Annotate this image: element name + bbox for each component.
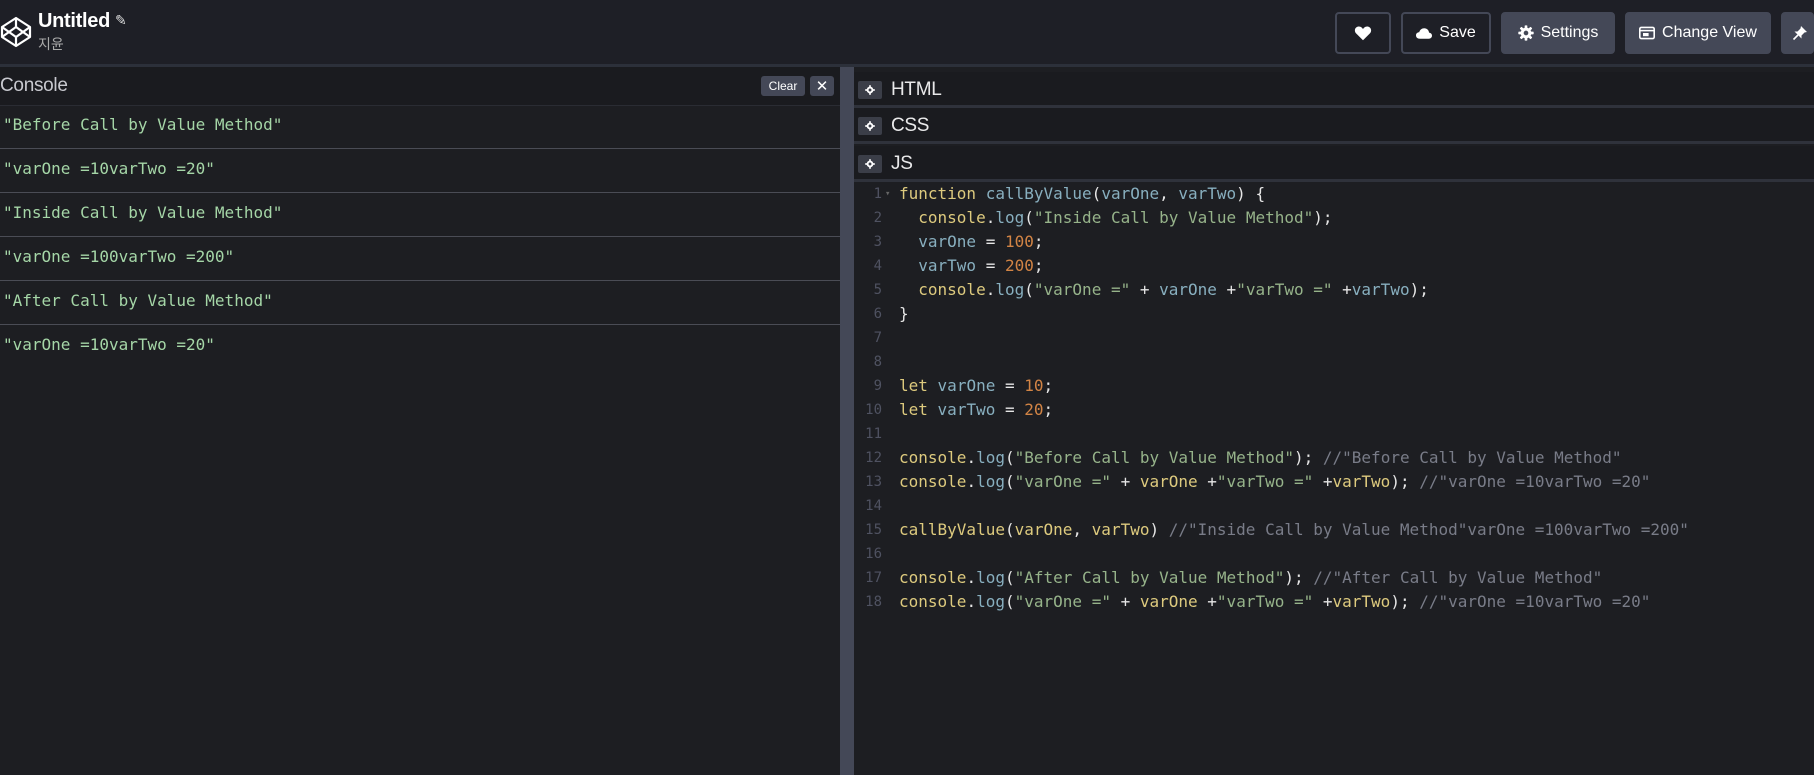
code-line[interactable]: 2 console.log("Inside Call by Value Meth… bbox=[854, 206, 1814, 230]
layout-icon bbox=[1639, 26, 1656, 40]
console-clear-button[interactable]: Clear bbox=[761, 76, 805, 96]
code-line[interactable]: 17 console.log("After Call by Value Metho… bbox=[854, 566, 1814, 590]
pen-title-area: Untitled ✎ 지윤 bbox=[38, 10, 127, 54]
line-number: 5 bbox=[873, 282, 882, 298]
line-number: 18 bbox=[865, 594, 882, 610]
codepen-logo-icon[interactable] bbox=[0, 14, 32, 50]
save-label: Save bbox=[1439, 24, 1476, 41]
css-editor-title: CSS bbox=[891, 115, 930, 136]
top-header: Untitled ✎ 지윤 Save Settings Change View bbox=[0, 0, 1814, 64]
heart-button[interactable] bbox=[1335, 12, 1391, 54]
console-log-row: "varOne =10varTwo =20" bbox=[0, 149, 840, 193]
line-number: 4 bbox=[873, 258, 882, 274]
console-header: Console Clear ✕ bbox=[0, 67, 840, 106]
js-settings-gear-icon[interactable] bbox=[858, 155, 882, 173]
code-text: varTwo = 200; bbox=[918, 256, 1044, 275]
line-number: 14 bbox=[865, 498, 882, 514]
js-editor-title: JS bbox=[891, 153, 913, 174]
pin-icon bbox=[1792, 26, 1807, 41]
line-number: 15 bbox=[865, 522, 882, 538]
line-number: 11 bbox=[865, 426, 882, 442]
fold-arrow-icon[interactable]: ▾ bbox=[885, 182, 890, 206]
heart-icon bbox=[1354, 26, 1372, 41]
line-number: 13 bbox=[865, 474, 882, 490]
code-text: console.log("varOne =" + varOne +"varTwo… bbox=[918, 280, 1429, 299]
line-number: 9 bbox=[873, 378, 882, 394]
line-number: 3 bbox=[873, 234, 882, 250]
line-number: 17 bbox=[865, 570, 882, 586]
code-line[interactable]: 16 bbox=[854, 542, 1814, 566]
js-code-editor[interactable]: 1 ▾ function callByValue(varOne, varTwo) {… bbox=[854, 182, 1814, 775]
css-settings-gear-icon[interactable] bbox=[858, 117, 882, 135]
code-text: console.log("varOne =" + varOne +"varTwo… bbox=[899, 592, 1651, 611]
code-line[interactable]: 6} bbox=[854, 302, 1814, 326]
code-text: console.log("Inside Call by Value Method… bbox=[918, 208, 1333, 227]
html-settings-gear-icon[interactable] bbox=[858, 81, 882, 99]
code-text: console.log("Before Call by Value Method… bbox=[899, 448, 1622, 467]
console-output: "Before Call by Value Method" "varOne =1… bbox=[0, 105, 840, 369]
panel-resize-handle[interactable] bbox=[840, 67, 854, 775]
code-line[interactable]: 18 console.log("varOne =" + varOne +"varT… bbox=[854, 590, 1814, 614]
code-text: let varOne = 10; bbox=[899, 376, 1054, 395]
pen-title[interactable]: Untitled bbox=[38, 10, 110, 32]
console-log-row: "Before Call by Value Method" bbox=[0, 105, 840, 149]
change-view-button[interactable]: Change View bbox=[1625, 12, 1771, 54]
code-line[interactable]: 7 bbox=[854, 326, 1814, 350]
code-line[interactable]: 10 let varTwo = 20; bbox=[854, 398, 1814, 422]
settings-label: Settings bbox=[1540, 24, 1599, 41]
html-editor-header[interactable]: HTML bbox=[854, 72, 1814, 108]
code-line[interactable]: 13 console.log("varOne =" + varOne +"varT… bbox=[854, 470, 1814, 494]
code-line[interactable]: 14 bbox=[854, 494, 1814, 518]
code-line[interactable]: 3 varOne = 100; bbox=[854, 230, 1814, 254]
console-log-row: "varOne =100varTwo =200" bbox=[0, 237, 840, 281]
settings-button[interactable]: Settings bbox=[1501, 12, 1615, 54]
line-number: 1 bbox=[873, 186, 882, 202]
code-line[interactable]: 5 console.log("varOne =" + varOne +"varT… bbox=[854, 278, 1814, 302]
save-button[interactable]: Save bbox=[1401, 12, 1491, 54]
line-number: 12 bbox=[865, 450, 882, 466]
author-name[interactable]: 지윤 bbox=[38, 34, 127, 54]
code-text: callByValue(varOne, varTwo) //"Inside Ca… bbox=[899, 520, 1689, 539]
pencil-icon[interactable]: ✎ bbox=[115, 12, 127, 29]
pin-button[interactable] bbox=[1781, 12, 1814, 54]
code-line[interactable]: 9 let varOne = 10; bbox=[854, 374, 1814, 398]
code-line[interactable]: 4 varTwo = 200; bbox=[854, 254, 1814, 278]
code-text: } bbox=[899, 304, 909, 323]
editors-panel: HTML CSS JS 1 ▾ function callByValue(varOn… bbox=[854, 67, 1814, 775]
line-number: 6 bbox=[873, 306, 882, 322]
code-line[interactable]: 15 callByValue(varOne, varTwo) //"Inside … bbox=[854, 518, 1814, 542]
code-text: varOne = 100; bbox=[918, 232, 1044, 251]
code-line[interactable]: 1 ▾ function callByValue(varOne, varTwo) { bbox=[854, 182, 1814, 206]
code-text: let varTwo = 20; bbox=[899, 400, 1054, 419]
console-log-row: "Inside Call by Value Method" bbox=[0, 193, 840, 237]
line-number: 10 bbox=[865, 402, 882, 418]
line-number: 16 bbox=[865, 546, 882, 562]
code-text: console.log("After Call by Value Method"… bbox=[899, 568, 1603, 587]
code-line[interactable]: 11 bbox=[854, 422, 1814, 446]
console-log-row: "After Call by Value Method" bbox=[0, 281, 840, 325]
js-editor-header[interactable]: JS bbox=[854, 146, 1814, 182]
code-line[interactable]: 12 console.log("Before Call by Value Meth… bbox=[854, 446, 1814, 470]
cloud-icon bbox=[1416, 27, 1433, 39]
code-line[interactable]: 8 bbox=[854, 350, 1814, 374]
console-title: Console bbox=[0, 75, 68, 96]
line-number: 2 bbox=[873, 210, 882, 226]
line-number: 7 bbox=[873, 330, 882, 346]
code-text: console.log("varOne =" + varOne +"varTwo… bbox=[899, 472, 1651, 491]
html-editor-title: HTML bbox=[891, 79, 942, 100]
gear-icon bbox=[1517, 25, 1534, 41]
console-close-button[interactable]: ✕ bbox=[810, 76, 834, 96]
code-text: function callByValue(varOne, varTwo) { bbox=[899, 184, 1266, 203]
console-log-row: "varOne =10varTwo =20" bbox=[3, 335, 215, 354]
console-panel: Console Clear ✕ "Before Call by Value Me… bbox=[0, 67, 840, 775]
css-editor-header[interactable]: CSS bbox=[854, 108, 1814, 144]
line-number: 8 bbox=[873, 354, 882, 370]
change-view-label: Change View bbox=[1662, 24, 1757, 41]
